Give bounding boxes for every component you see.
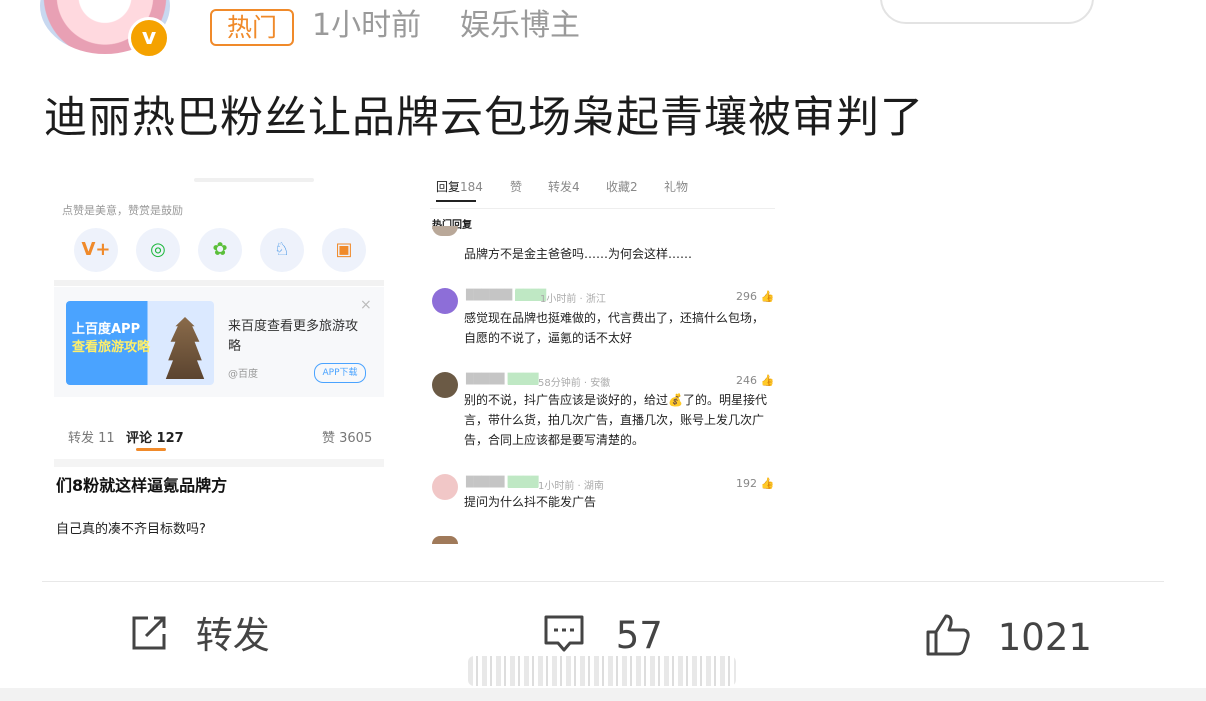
tab-favorites[interactable]: 收藏2 <box>606 178 638 195</box>
comment-time: 1小时前 · 湖南 <box>538 481 604 492</box>
pagoda-image <box>165 317 205 379</box>
comment-text: 提问为什么抖不能发广告 <box>464 495 597 509</box>
comment-avatar <box>432 288 458 314</box>
thumb-up-icon: 👍 <box>760 374 775 387</box>
comment-text: 感觉现在品牌也挺难做的，代言费出了，还搞什么包场，自愿的不说了，逼氪的话不太好 <box>464 311 765 345</box>
comment-time: 58分钟前 · 安徽 <box>538 378 611 389</box>
tab-comment[interactable]: 评论 127 <box>126 427 184 446</box>
ad-badge-line2: 查看旅游攻略 <box>72 340 151 355</box>
post-image-right[interactable]: 回复184 赞 转发4 收藏2 礼物 热门回复 品牌方不是金主爸爸吗……为何会这… <box>430 172 775 544</box>
blurred-overlay <box>468 656 736 686</box>
wechat-icon: ◎ <box>136 228 180 272</box>
comment-time: 1小时前 · 浙江 <box>540 294 606 305</box>
comment-avatar <box>432 474 458 500</box>
bottom-strip <box>0 688 1206 701</box>
post-time: 1小时前 <box>312 8 422 43</box>
tab-reposts[interactable]: 转发4 <box>548 178 580 195</box>
section-divider-2 <box>54 459 384 467</box>
tab-like[interactable]: 赞 3605 <box>322 427 372 446</box>
ad-text: 来百度查看更多旅游攻略 <box>228 319 359 354</box>
ad-card[interactable]: 上百度APP 查看旅游攻略 来百度查看更多旅游攻略 @百度 APP下载 × <box>54 287 384 397</box>
qq-icon: ♘ <box>260 228 304 272</box>
repost-button[interactable]: 转发 <box>128 612 270 658</box>
comment-likes[interactable]: 192 👍 <box>736 477 774 490</box>
share-caption: 点赞是美意，赞赏是鼓励 <box>62 204 183 217</box>
moments-icon: ✿ <box>198 228 242 272</box>
verified-badge-icon: v <box>128 17 170 59</box>
comment-text: 品牌方不是金主爸爸吗……为何会这样…… <box>464 247 693 261</box>
tab-gifts[interactable]: 礼物 <box>664 178 688 195</box>
comment-avatar <box>432 536 458 544</box>
hot-tag: 热门 <box>210 9 294 46</box>
comment-text: 别的不说，抖广告应该是谈好的，给过💰了的。明星接代言，带什么货，拍几次广告，直播… <box>464 393 767 447</box>
comment-count: 57 <box>615 614 663 657</box>
author-type: 娱乐博主 <box>460 8 580 43</box>
like-button[interactable]: 1021 <box>924 612 1092 660</box>
image-share-icon: ▣ <box>322 228 366 272</box>
share-icon <box>128 614 182 657</box>
like-count: 1021 <box>997 616 1092 659</box>
section-divider <box>54 280 384 286</box>
comment-question: 自己真的凑不齐目标数吗? <box>56 522 206 537</box>
follow-button[interactable] <box>880 0 1094 24</box>
thumb-up-icon <box>924 614 984 659</box>
tab-underline <box>436 200 476 202</box>
comment-button[interactable]: 57 <box>542 612 663 658</box>
repost-label: 转发 <box>195 614 270 657</box>
thumb-up-icon: 👍 <box>760 290 775 303</box>
tab-likes[interactable]: 赞 <box>510 178 522 195</box>
comment-avatar <box>432 226 458 236</box>
post-title: 迪丽热巴粉丝让品牌云包场枭起青壤被审判了 <box>44 93 924 143</box>
comment-heading: 们8粉就这样逼氪品牌方 <box>56 476 228 495</box>
top-divider <box>194 178 314 182</box>
close-icon[interactable]: × <box>360 297 372 313</box>
comment-username-blurred: ██████ ████ <box>466 290 547 301</box>
comment-icon <box>542 614 598 657</box>
ad-image: 上百度APP 查看旅游攻略 <box>66 301 214 385</box>
ad-badge-line1: 上百度APP <box>72 322 141 337</box>
tab-underline <box>136 448 166 451</box>
ad-source: @百度 <box>228 369 258 380</box>
comment-likes[interactable]: 246 👍 <box>736 374 774 387</box>
action-bar-divider <box>42 581 1164 582</box>
tab-divider <box>430 208 775 209</box>
thumb-up-icon: 👍 <box>760 477 775 490</box>
tab-replies[interactable]: 回复184 <box>436 178 483 195</box>
v-plus-icon: V+ <box>74 228 118 272</box>
comment-avatar <box>432 372 458 398</box>
tab-repost[interactable]: 转发 11 <box>68 427 115 446</box>
app-download-button[interactable]: APP下载 <box>314 363 366 383</box>
post-image-left[interactable]: 点赞是美意，赞赏是鼓励 V+ ◎ ✿ ♘ ▣ 上百度APP 查看旅游攻略 来百度… <box>54 172 384 542</box>
comment-username-blurred: █████ ████ <box>466 477 539 488</box>
comment-username-blurred: █████ ████ <box>466 374 539 385</box>
comment-likes[interactable]: 296 👍 <box>736 290 774 303</box>
